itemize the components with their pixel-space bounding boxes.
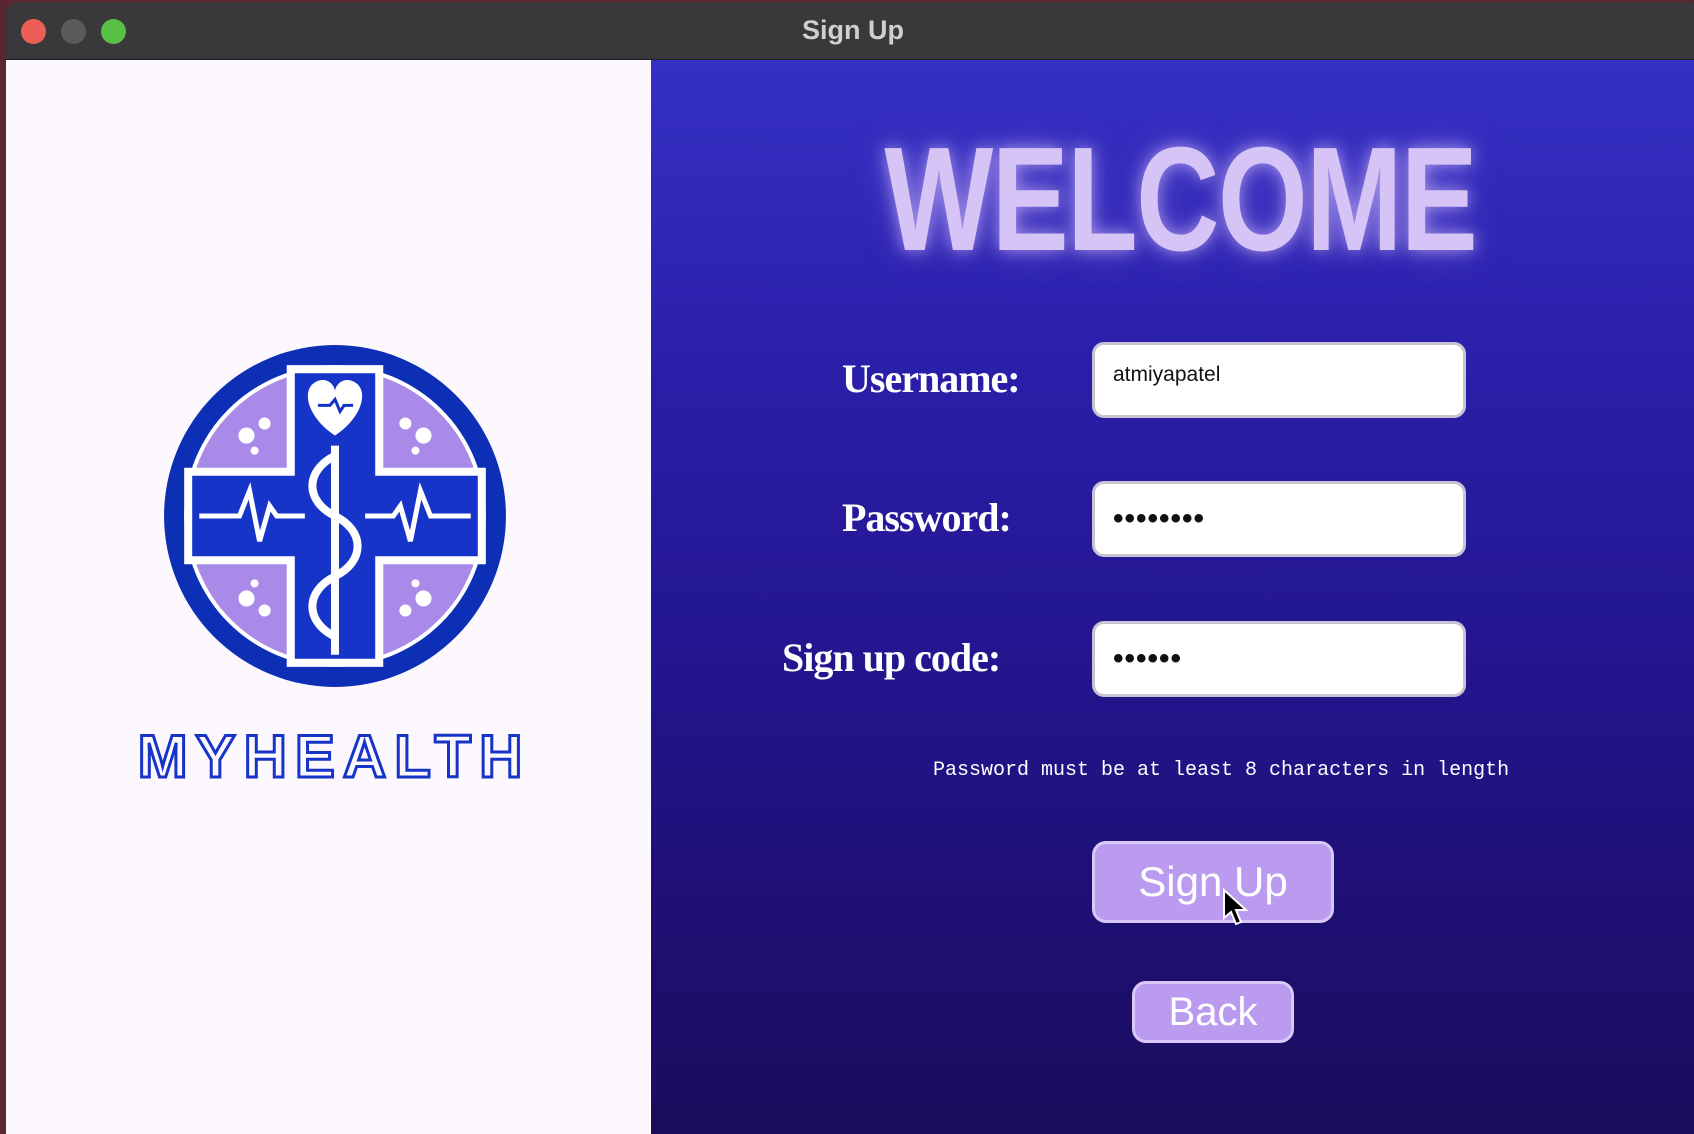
brand-panel: MYHEALTH [6, 60, 651, 1134]
welcome-heading: WELCOME [884, 117, 1477, 282]
username-field[interactable]: atmiyapatel [1092, 342, 1466, 418]
username-value: atmiyapatel [1113, 363, 1221, 386]
myhealth-wordmark: MYHEALTH [136, 725, 531, 785]
window-content: MYHEALTH WELCOME Username: atmiyapatel P… [6, 60, 1694, 1134]
signup-code-field[interactable]: •••••• [1092, 621, 1466, 697]
signup-window: Sign Up MYHEALTH WELCOME Username: atmiy… [6, 2, 1694, 1134]
password-hint: Password must be at least 8 characters i… [933, 759, 1510, 782]
password-label: Password: [842, 495, 1012, 540]
signup-code-value: •••••• [1113, 642, 1183, 675]
window-title: Sign Up [802, 15, 904, 45]
signup-code-label: Sign up code: [782, 635, 1001, 680]
svg-text:MYHEALTH: MYHEALTH [138, 725, 531, 785]
password-value: •••••••• [1113, 502, 1206, 535]
mouse-cursor-icon [1223, 888, 1249, 926]
signup-button[interactable]: Sign Up [1092, 841, 1334, 923]
title-bar[interactable]: Sign Up [6, 2, 1694, 60]
back-button[interactable]: Back [1132, 981, 1294, 1043]
signup-form-panel: WELCOME Username: atmiyapatel Password: … [651, 60, 1694, 1134]
username-label: Username: [842, 356, 1021, 401]
myhealth-logo-icon [164, 345, 506, 687]
password-field[interactable]: •••••••• [1092, 481, 1466, 557]
